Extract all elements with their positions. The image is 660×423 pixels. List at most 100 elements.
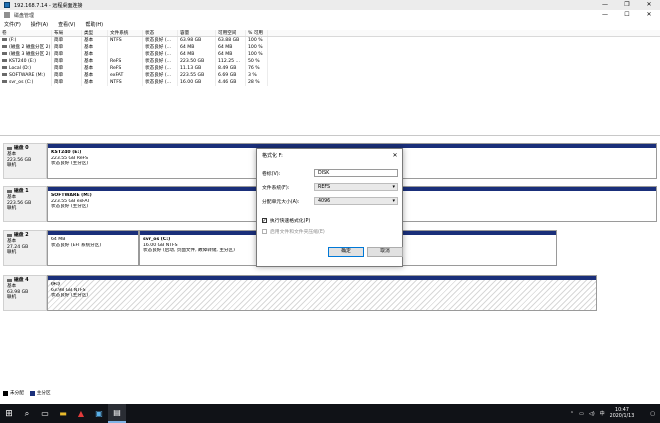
column-header-percent-free[interactable]: % 可用 xyxy=(246,30,268,36)
table-cell: 28 % xyxy=(246,79,268,86)
column-header-capacity[interactable]: 容量 xyxy=(178,30,216,36)
window-maximize-icon[interactable]: ☐ xyxy=(616,10,638,20)
volume-label-input[interactable]: DISK xyxy=(314,169,398,177)
file-explorer-icon[interactable]: ▬ xyxy=(54,404,72,423)
ime-icon[interactable]: 中 xyxy=(600,410,605,417)
menu-help[interactable]: 帮助(H) xyxy=(85,21,103,28)
volume-list-header: 卷 布局 类型 文件系统 状态 容量 可用空间 % 可用 xyxy=(0,30,660,37)
compression-label: 启用文件和文件夹压缩(E) xyxy=(270,230,325,235)
volume-icon[interactable]: ◁) xyxy=(589,411,595,417)
table-row[interactable]: SOFTWARE (M:) 简单 基本 exFAT 状态良好 (... 223.55 GB… xyxy=(0,72,660,79)
quick-format-checkbox-row[interactable]: ✓ 执行快速格式化(P) xyxy=(262,217,310,224)
table-cell: 基本 xyxy=(82,37,108,44)
disk-label[interactable]: 磁盘 2 基本 27.24 GB 联机 xyxy=(3,230,47,266)
table-cell: 简单 xyxy=(52,72,82,79)
table-cell: 223.50 GB xyxy=(178,58,216,65)
volume-name: (磁盘 2 磁盘分区 2) xyxy=(9,45,51,50)
volume-icon xyxy=(2,45,7,48)
column-header-filesystem[interactable]: 文件系统 xyxy=(108,30,143,36)
column-header-layout[interactable]: 布局 xyxy=(52,30,82,36)
volume-icon xyxy=(2,73,7,76)
table-cell: 基本 xyxy=(82,44,108,51)
search-icon[interactable]: ⌕ xyxy=(18,404,36,423)
table-cell: 状态良好 (... xyxy=(143,72,178,79)
disk-name: 磁盘 4 xyxy=(14,278,29,283)
table-row[interactable]: svr_os (C:) 简单 基本 NTFS 状态良好 (... 16.00 GB 4.46… xyxy=(0,79,660,86)
task-view-icon[interactable]: ▭ xyxy=(36,404,54,423)
clock[interactable]: 10:47 2020/1/13 xyxy=(610,408,635,420)
table-cell: exFAT xyxy=(108,72,143,79)
table-cell: 64 MB xyxy=(178,44,216,51)
legend-unallocated: 未分配 xyxy=(10,391,24,396)
menu-file[interactable]: 文件(F) xyxy=(4,21,21,28)
menu-view[interactable]: 查看(V) xyxy=(58,21,75,28)
disk-name: 磁盘 2 xyxy=(14,233,29,238)
cancel-button[interactable]: 取消 xyxy=(367,247,403,257)
disk-state: 联机 xyxy=(7,163,17,168)
compression-checkbox[interactable] xyxy=(262,229,267,234)
column-header-free-space[interactable]: 可用空间 xyxy=(216,30,246,36)
volume-icon xyxy=(2,80,7,83)
table-cell: 基本 xyxy=(82,51,108,58)
menubar: 文件(F) 操作(A) 查看(V) 帮助(H) xyxy=(0,20,660,29)
disk-state: 联机 xyxy=(7,206,17,211)
windows-start-icon[interactable]: ⊞ xyxy=(0,404,18,423)
filesystem-select[interactable]: REFS xyxy=(314,183,398,191)
table-cell: Local (D:) xyxy=(0,65,52,72)
table-cell: 64 MB xyxy=(178,51,216,58)
disk-label[interactable]: 磁盘 0 基本 223.56 GB 联机 xyxy=(3,143,47,179)
legend-primary: 主分区 xyxy=(36,391,51,396)
table-row[interactable]: KST240 (E:) 简单 基本 ReFS 状态良好 (... 223.50 GB 112… xyxy=(0,58,660,65)
volume-name: KST240 (E:) xyxy=(9,59,36,64)
table-cell: 状态良好 (... xyxy=(143,37,178,44)
chevron-up-icon[interactable]: ⌃ xyxy=(570,411,574,417)
disk-row: 磁盘 4 基本 63.98 GB 联机 (F:) 63.98 GB NTFS 状… xyxy=(3,275,597,311)
unallocated-swatch xyxy=(3,390,8,396)
menu-action[interactable]: 操作(A) xyxy=(31,21,48,28)
table-cell: 简单 xyxy=(52,65,82,72)
column-header-volume[interactable]: 卷 xyxy=(0,30,52,36)
table-cell: 16.00 GB xyxy=(178,79,216,86)
table-row[interactable]: Local (D:) 简单 基本 ReFS 状态良好 (... 11.13 GB 8.49 … xyxy=(0,65,660,72)
network-icon[interactable]: ▭ xyxy=(579,411,584,417)
disk-label[interactable]: 磁盘 4 基本 63.98 GB 联机 xyxy=(3,275,47,311)
disk-icon xyxy=(7,147,12,150)
close-icon[interactable]: ✕ xyxy=(638,0,660,10)
store-icon[interactable]: ▣ xyxy=(90,404,108,423)
compression-checkbox-row[interactable]: 启用文件和文件夹压缩(E) xyxy=(262,228,325,235)
ok-button[interactable]: 确定 xyxy=(328,247,364,257)
window-minimize-icon[interactable]: — xyxy=(594,10,616,20)
disk-management-taskbar-icon[interactable]: ▤ xyxy=(108,404,126,423)
quick-format-checkbox[interactable]: ✓ xyxy=(262,218,267,224)
column-header-status[interactable]: 状态 xyxy=(143,30,178,36)
partition-selected[interactable]: (F:) 63.98 GB NTFS 状态良好 (主分区) xyxy=(47,275,597,311)
partition[interactable]: 64 MB 状态良好 (EFI 系统分区) xyxy=(47,230,139,266)
dialog-titlebar: 格式化 F: ✕ xyxy=(257,149,402,162)
table-cell: 76 % xyxy=(246,65,268,72)
volume-name: svr_os (C:) xyxy=(9,80,34,85)
table-cell: 8.49 GB xyxy=(216,65,246,72)
table-cell: 63.98 GB xyxy=(178,37,216,44)
window-title: 磁盘管理 xyxy=(14,12,35,19)
table-cell: 64 MB xyxy=(216,44,246,51)
notification-icon[interactable]: ▢ xyxy=(650,411,655,417)
disk-label[interactable]: 磁盘 1 基本 223.56 GB 联机 xyxy=(3,186,47,222)
table-row[interactable]: (磁盘 2 磁盘分区 2) 简单 基本 状态良好 (... 64 MB 64 MB 100 … xyxy=(0,44,660,51)
table-row[interactable]: (F:) 简单 基本 NTFS 状态良好 (... 63.98 GB 63.88 GB 100… xyxy=(0,37,660,44)
table-cell: (F:) xyxy=(0,37,52,44)
table-cell: 63.88 GB xyxy=(216,37,246,44)
dialog-close-icon[interactable]: ✕ xyxy=(388,152,402,159)
app-red-icon[interactable]: ▲ xyxy=(72,404,90,423)
allocation-unit-select[interactable]: 4096 xyxy=(314,197,398,205)
minimize-icon[interactable]: — xyxy=(594,0,616,10)
restore-icon[interactable]: ❐ xyxy=(616,0,638,10)
table-row[interactable]: (磁盘 3 磁盘分区 2) 简单 基本 状态良好 (... 64 MB 64 MB 100 … xyxy=(0,51,660,58)
column-header-type[interactable]: 类型 xyxy=(82,30,108,36)
dialog-title: 格式化 F: xyxy=(262,153,283,159)
format-dialog: 格式化 F: ✕ 卷标(V): DISK 文件系统(F): REFS 分配单元大… xyxy=(256,148,403,267)
rdp-titlebar: 192.168.7.14 - 远程桌面连接 — ❐ ✕ xyxy=(0,0,660,10)
window-close-icon[interactable]: ✕ xyxy=(638,10,660,20)
table-cell: NTFS xyxy=(108,37,143,44)
table-cell xyxy=(108,44,143,51)
volume-label-label: 卷标(V): xyxy=(262,171,281,177)
